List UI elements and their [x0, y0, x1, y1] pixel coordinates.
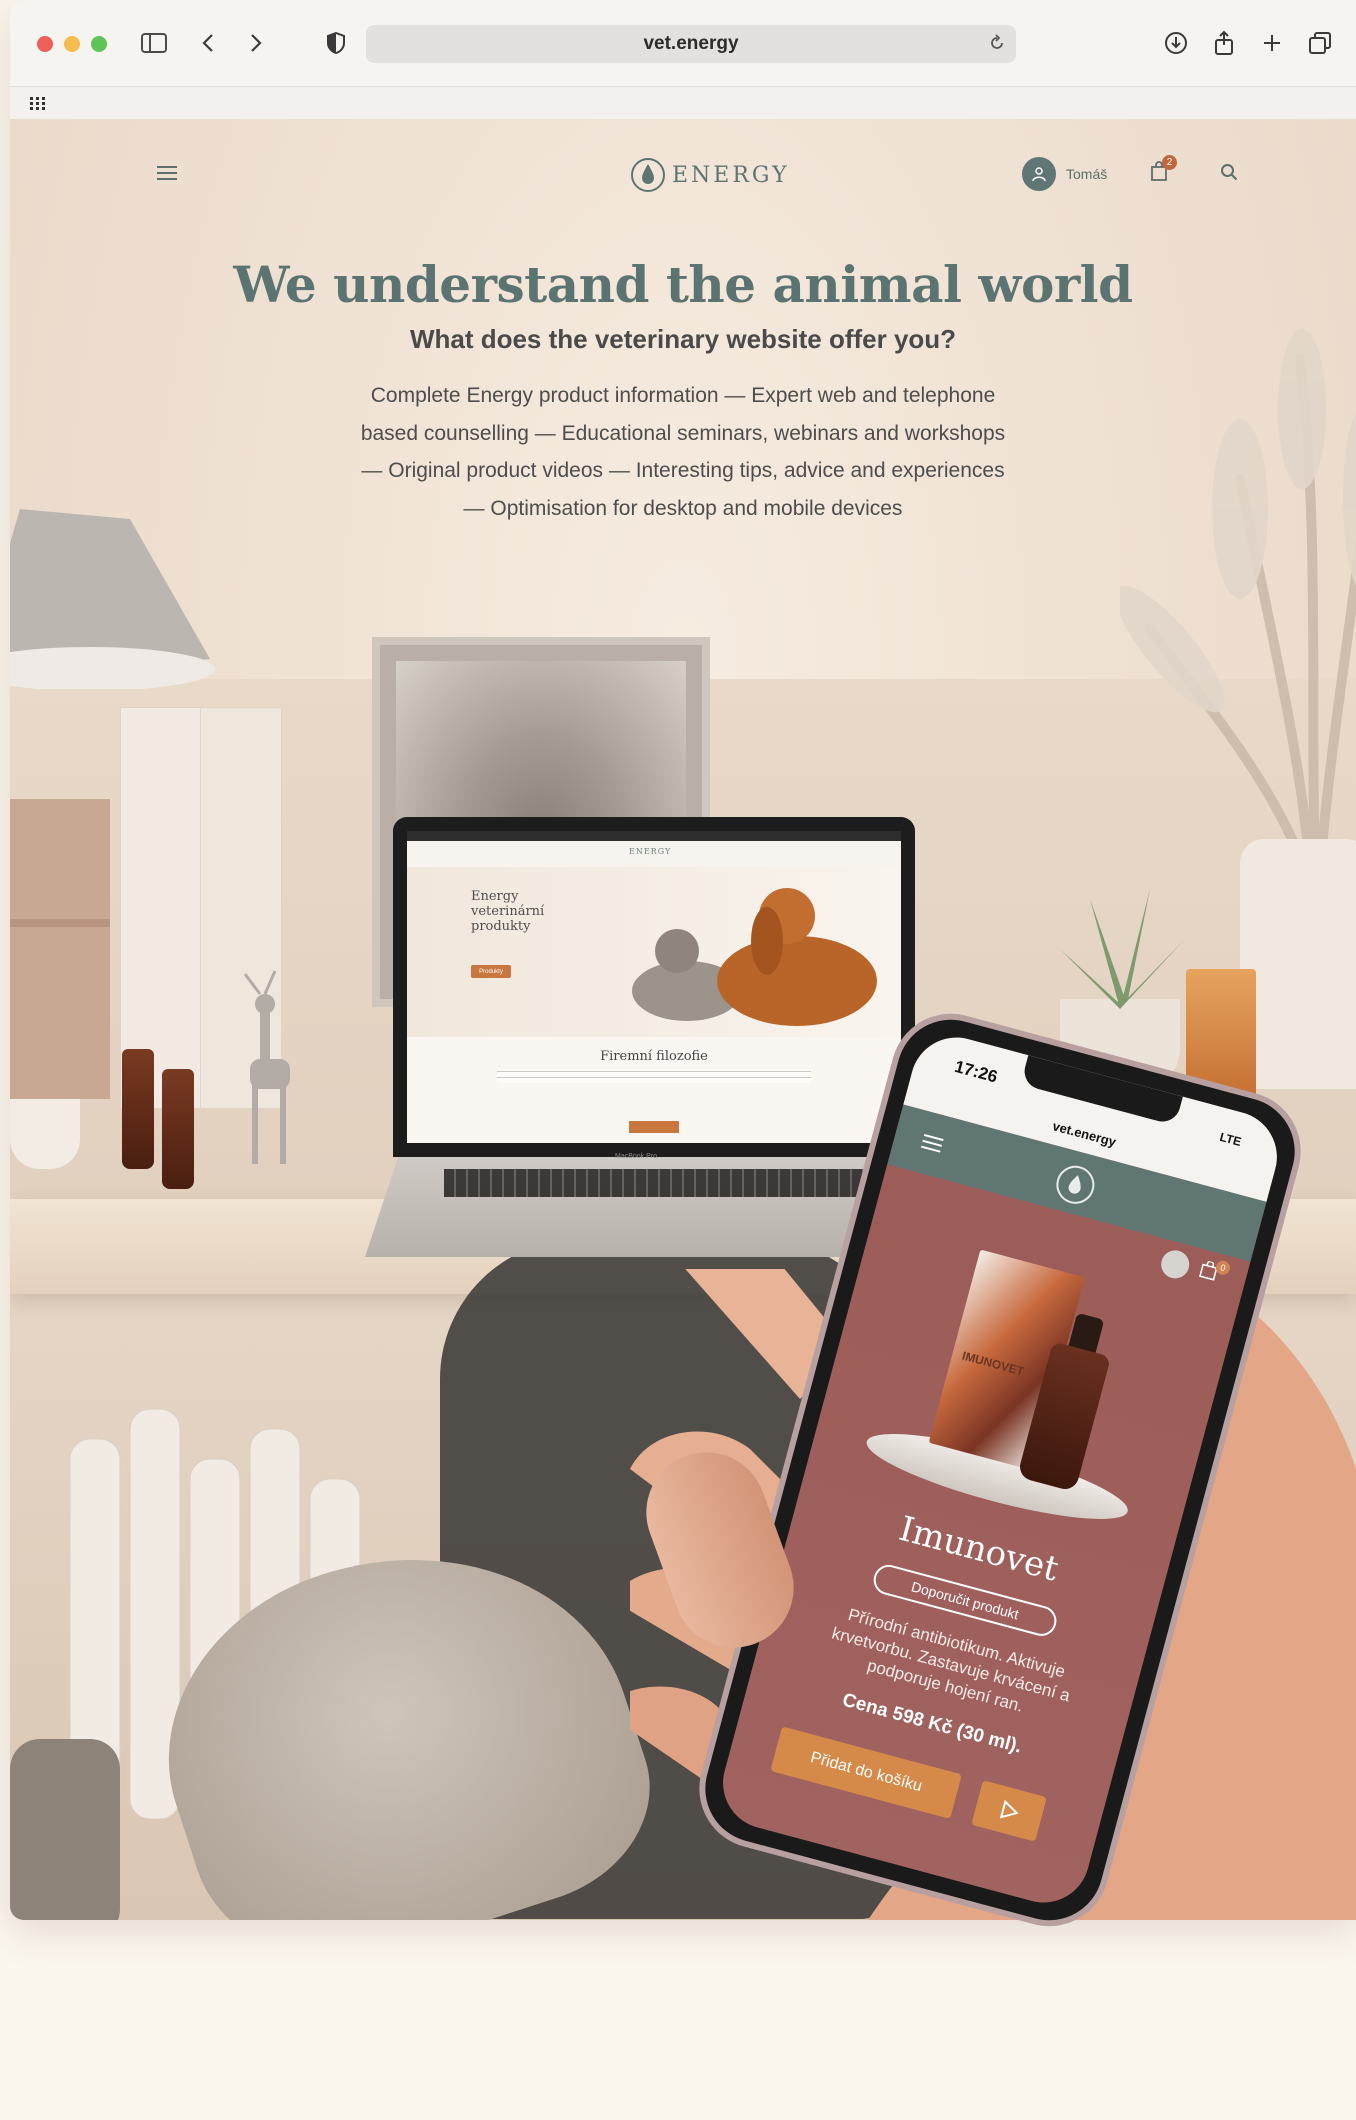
site-header: ENERGY Tomáš 2 — [10, 119, 1356, 229]
shopping-bag-button[interactable]: 2 — [1150, 155, 1177, 185]
hero-line: Complete Energy product information — Ex… — [370, 384, 996, 407]
user-name: Tomáš — [1066, 166, 1108, 182]
basket-image — [10, 1739, 120, 1920]
laptop-keyboard — [444, 1169, 864, 1197]
tab-overview-icon[interactable] — [1304, 27, 1336, 59]
dropper-bottle-image — [162, 1069, 194, 1189]
hero-description: Complete Energy product information — Ex… — [350, 377, 1016, 527]
laptop-screen: ENERGY Energy veterinární produkty Produ… — [393, 817, 915, 1157]
laptop-mockup: ENERGY Energy veterinární produkty Produ… — [393, 817, 915, 1157]
dropper-bottle-image — [122, 1049, 154, 1169]
hamburger-menu-icon[interactable] — [157, 165, 177, 185]
user-icon — [1022, 157, 1056, 191]
water-drop-logo-icon — [631, 158, 665, 192]
browser-titlebar: vet.energy — [10, 0, 1356, 86]
pampas-grass-image — [1120, 329, 1356, 874]
address-bar[interactable]: vet.energy — [366, 25, 1016, 63]
mini-browser-bar — [407, 831, 901, 841]
privacy-shield-icon[interactable] — [320, 27, 352, 59]
apps-grid-icon[interactable] — [30, 96, 46, 115]
page-subtitle: What does the veterinary website offer y… — [409, 324, 957, 354]
user-account-link[interactable]: Tomáš — [1022, 157, 1107, 191]
new-tab-icon[interactable] — [1256, 27, 1288, 59]
logo-text: ENERGY — [672, 162, 790, 188]
forward-arrow-icon[interactable] — [240, 27, 272, 59]
hero-line: — Optimisation for desktop and mobile de… — [463, 496, 903, 520]
play-icon — [999, 1799, 1019, 1819]
mini-hero-heading: Energy veterinární produkty — [471, 889, 545, 934]
laptop-model-label: MacBook Pro — [615, 1153, 658, 1160]
mini-paragraph — [497, 1069, 811, 1083]
deer-figurine-image — [243, 970, 290, 1164]
page-title: We understand the animal world — [233, 255, 1133, 314]
mini-section-title: Firemní filozofie — [600, 1049, 708, 1064]
sidebar-toggle-icon[interactable] — [138, 27, 170, 59]
share-icon[interactable] — [1208, 27, 1240, 59]
storage-boxes-image — [10, 799, 110, 1099]
reload-icon[interactable] — [988, 34, 1006, 56]
search-icon — [1221, 164, 1238, 181]
hero-line: based counselling — Educational seminars… — [360, 421, 1006, 445]
download-icon[interactable] — [1160, 27, 1192, 59]
mini-cta-button — [629, 1121, 679, 1133]
mini-logo-text: ENERGY — [629, 847, 672, 856]
desk-lamp-image — [10, 509, 215, 689]
site-logo[interactable]: ENERGY — [630, 157, 790, 193]
bookmarks-bar — [10, 86, 1356, 120]
minimize-window-button[interactable] — [64, 36, 80, 52]
search-button[interactable] — [1220, 163, 1238, 185]
vase-image — [1240, 839, 1356, 1089]
back-arrow-icon[interactable] — [192, 27, 224, 59]
cart-count-badge: 2 — [1162, 155, 1177, 170]
dog-and-cat-image — [632, 888, 877, 1026]
storage-box-divider — [10, 919, 110, 927]
hero-line: — Original product videos — Interesting … — [361, 459, 1005, 482]
laptop-website-preview: ENERGY Energy veterinární produkty Produ… — [407, 831, 901, 1143]
maximize-window-button[interactable] — [91, 36, 107, 52]
mini-products-button: Produkty — [471, 965, 511, 978]
close-window-button[interactable] — [37, 36, 53, 52]
succulent-plant-image — [1060, 889, 1185, 1009]
address-url: vet.energy — [643, 33, 739, 54]
coffee-cup-image — [10, 1099, 80, 1169]
